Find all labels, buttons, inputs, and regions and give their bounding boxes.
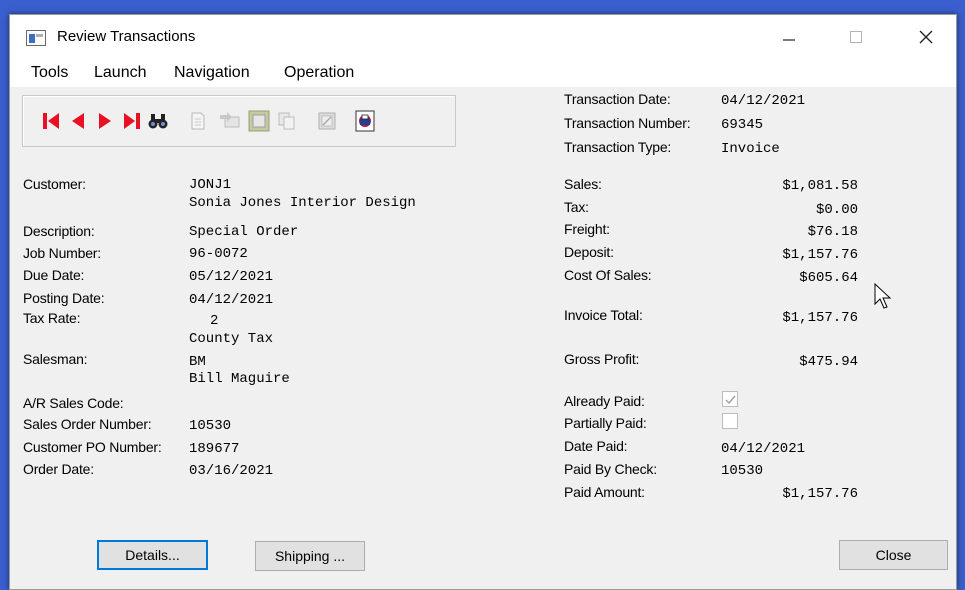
frame-icon <box>248 110 270 132</box>
print-icon <box>355 110 375 132</box>
date-paid-value: 04/12/2021 <box>721 441 806 457</box>
close-window-button[interactable] <box>903 15 949 59</box>
first-record-button[interactable] <box>39 108 63 134</box>
edit-icon <box>318 112 336 130</box>
partially-paid-label: Partially Paid: <box>564 415 647 431</box>
job-number-value: 96-0072 <box>189 246 248 262</box>
window-title: Review Transactions <box>57 28 196 45</box>
already-paid-label: Already Paid: <box>564 393 645 409</box>
tax-rate-code: 2 <box>210 313 219 329</box>
gross-profit-value: $475.94 <box>799 354 858 370</box>
sales-order-number-label: Sales Order Number: <box>23 416 152 432</box>
transaction-date-label: Transaction Date: <box>564 91 671 107</box>
salesman-label: Salesman: <box>23 351 88 367</box>
paid-by-check-value: 10530 <box>721 463 764 479</box>
copy-icon <box>278 112 295 130</box>
menu-tools[interactable]: Tools <box>31 64 68 82</box>
find-button[interactable] <box>146 108 170 134</box>
title-bar: Review Transactions <box>10 15 956 59</box>
salesman-code: BM <box>189 354 206 370</box>
print-button[interactable] <box>353 108 377 134</box>
cost-of-sales-label: Cost Of Sales: <box>564 267 652 283</box>
check-icon <box>725 395 736 405</box>
freight-value: $76.18 <box>807 224 858 240</box>
posting-date-label: Posting Date: <box>23 290 105 306</box>
paid-amount-label: Paid Amount: <box>564 484 645 500</box>
maximize-icon <box>850 31 862 43</box>
copy-button[interactable] <box>275 108 299 134</box>
close-icon <box>919 30 933 44</box>
minimize-icon <box>783 39 795 41</box>
transaction-type-value: Invoice <box>721 141 780 157</box>
description-label: Description: <box>23 223 95 239</box>
close-button[interactable]: Close <box>839 540 948 570</box>
previous-record-button[interactable] <box>66 108 90 134</box>
find-binoculars-icon <box>148 114 168 129</box>
shipping-button[interactable]: Shipping ... <box>255 541 365 571</box>
customer-code: JONJ1 <box>189 177 232 193</box>
menu-launch[interactable]: Launch <box>94 64 147 82</box>
order-date-label: Order Date: <box>23 461 94 477</box>
transaction-date-value: 04/12/2021 <box>721 93 806 109</box>
job-number-label: Job Number: <box>23 245 101 261</box>
salesman-name: Bill Maguire <box>189 371 290 387</box>
due-date-value: 05/12/2021 <box>189 269 274 285</box>
paid-by-check-label: Paid By Check: <box>564 461 657 477</box>
deposit-label: Deposit: <box>564 244 614 260</box>
tax-label: Tax: <box>564 199 589 215</box>
ar-sales-code-label: A/R Sales Code: <box>23 395 124 411</box>
already-paid-checkbox[interactable] <box>722 391 738 407</box>
transaction-number-label: Transaction Number: <box>564 115 691 131</box>
minimize-button[interactable] <box>766 15 812 59</box>
customer-label: Customer: <box>23 176 86 192</box>
description-value: Special Order <box>189 224 299 240</box>
deposit-value: $1,157.76 <box>782 247 858 263</box>
gross-profit-label: Gross Profit: <box>564 351 640 367</box>
last-record-button[interactable] <box>120 108 144 134</box>
last-record-icon <box>124 113 140 129</box>
previous-record-icon <box>72 113 84 129</box>
mouse-cursor-icon <box>874 283 892 309</box>
tax-rate-label: Tax Rate: <box>23 310 81 326</box>
freight-label: Freight: <box>564 221 610 237</box>
document-button[interactable] <box>186 108 210 134</box>
next-record-button[interactable] <box>93 108 117 134</box>
cost-of-sales-value: $605.64 <box>799 270 858 286</box>
tax-value: $0.00 <box>815 202 858 218</box>
order-date-value: 03/16/2021 <box>189 463 274 479</box>
sales-label: Sales: <box>564 176 602 192</box>
menu-bar: Tools Launch Navigation Operation <box>10 59 956 87</box>
customer-po-value: 189677 <box>189 441 240 457</box>
menu-operation[interactable]: Operation <box>284 64 354 82</box>
invoice-total-label: Invoice Total: <box>564 307 643 323</box>
due-date-label: Due Date: <box>23 267 85 283</box>
frame-button[interactable] <box>247 108 271 134</box>
details-button[interactable]: Details... <box>97 540 208 570</box>
transfer-icon <box>220 112 240 128</box>
transaction-type-label: Transaction Type: <box>564 139 672 155</box>
paid-amount-value: $1,157.76 <box>782 486 858 502</box>
toolbar <box>22 95 456 147</box>
sales-order-number-value: 10530 <box>189 418 232 434</box>
date-paid-label: Date Paid: <box>564 438 628 454</box>
transfer-button[interactable] <box>218 108 242 134</box>
sales-value: $1,081.58 <box>782 178 858 194</box>
app-icon <box>26 30 46 46</box>
next-record-icon <box>99 113 111 129</box>
customer-name: Sonia Jones Interior Design <box>189 195 416 211</box>
tax-rate-name: County Tax <box>189 331 274 347</box>
partially-paid-checkbox[interactable] <box>722 413 738 429</box>
transaction-number-value: 69345 <box>721 117 764 133</box>
maximize-button[interactable] <box>833 15 879 59</box>
first-record-icon <box>43 113 59 129</box>
review-transactions-window: Review Transactions Tools Launch Navigat… <box>9 14 957 590</box>
document-icon <box>191 112 205 130</box>
invoice-total-value: $1,157.76 <box>782 310 858 326</box>
posting-date-value: 04/12/2021 <box>189 292 274 308</box>
menu-navigation[interactable]: Navigation <box>174 64 250 82</box>
customer-po-label: Customer PO Number: <box>23 439 162 455</box>
edit-button[interactable] <box>315 108 339 134</box>
